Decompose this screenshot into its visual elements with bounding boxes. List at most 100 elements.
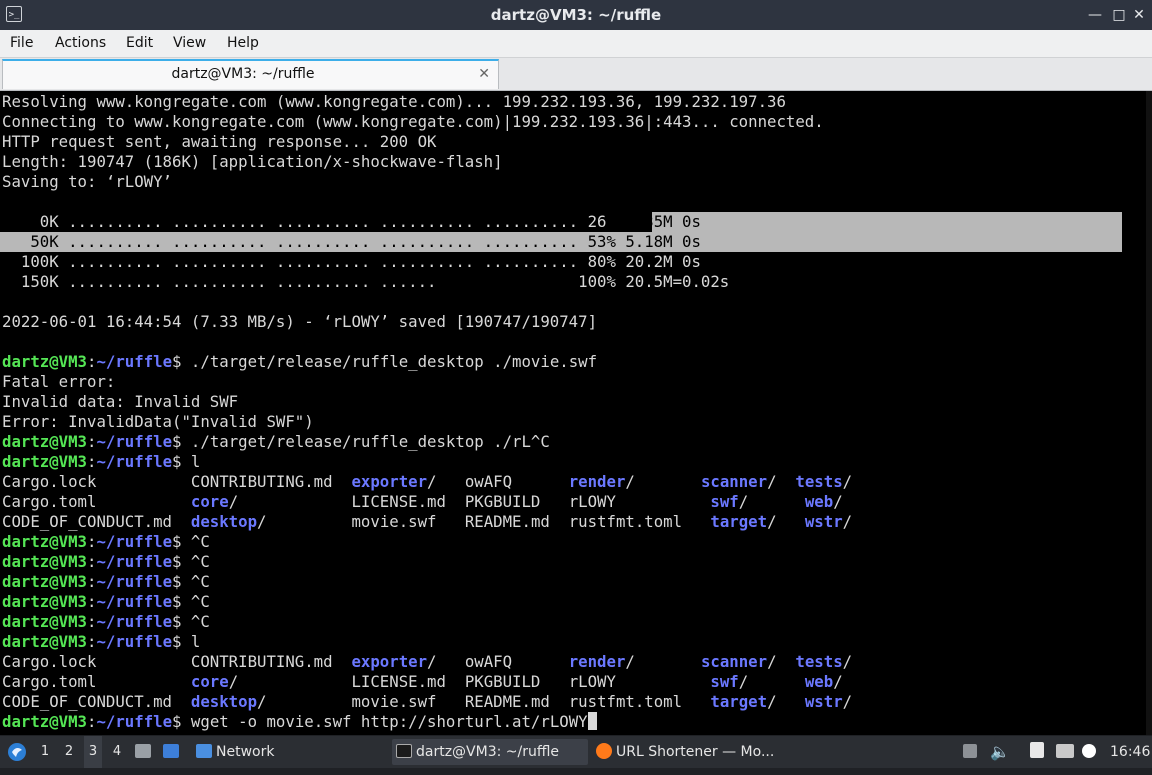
- progress-text-right: % 4.35M 0s: [606, 212, 701, 231]
- tab-close-icon[interactable]: ✕: [478, 61, 490, 88]
- command-text: ^C: [181, 612, 210, 631]
- ls-dir: swf: [710, 672, 739, 691]
- ls-entry: /: [625, 652, 701, 671]
- prompt-path: ~/ruffle: [96, 532, 173, 551]
- file-manager-launcher-icon[interactable]: [135, 736, 151, 768]
- ls-entry: /: [228, 492, 352, 511]
- prompt-user: dartz@VM3: [2, 552, 88, 571]
- ls-entry: LICENSE.md: [351, 672, 465, 691]
- tab-label: dartz@VM3: ~/ruffle: [171, 66, 315, 82]
- ls-entry: /: [842, 652, 853, 671]
- ls-dir: web: [804, 492, 834, 511]
- ls-entry: /: [842, 512, 853, 531]
- workspace-4[interactable]: 4: [108, 736, 126, 768]
- prompt-user: dartz@VM3: [2, 612, 88, 631]
- prompt-line: dartz@VM3:~/ruffle$ ./target/release/ruf…: [2, 352, 1122, 372]
- prompt-user: dartz@VM3: [2, 352, 88, 371]
- notification-icon[interactable]: [1082, 736, 1096, 768]
- firefox-icon: [596, 743, 612, 759]
- tab-terminal[interactable]: dartz@VM3: ~/ruffle ✕: [2, 59, 499, 89]
- taskbar-firefox[interactable]: URL Shortener — Mo...: [594, 739, 794, 765]
- ls-dir: render: [568, 472, 626, 491]
- ls-dir: tests: [795, 472, 843, 491]
- ls-dir: exporter: [351, 472, 428, 491]
- ls-entry: /: [833, 492, 843, 511]
- progress-line: 100K .......... .......... .......... ..…: [2, 252, 701, 271]
- prompt-user: dartz@VM3: [2, 452, 88, 471]
- ls-entry: rustfmt.toml: [568, 512, 711, 531]
- ls-entry: CODE_OF_CONDUCT.md: [2, 512, 191, 531]
- menu-view[interactable]: View: [173, 30, 206, 56]
- terminal-output: Resolving www.kongregate.com (www.kongre…: [0, 92, 1122, 732]
- ls-entry: /: [257, 692, 352, 711]
- volume-icon[interactable]: 🔈: [990, 736, 1010, 768]
- command-text: ^C: [181, 592, 210, 611]
- ls-dir: exporter: [351, 652, 428, 671]
- terminal-view[interactable]: Resolving www.kongregate.com (www.kongre…: [0, 91, 1152, 735]
- output-line: HTTP request sent, awaiting response... …: [2, 132, 437, 151]
- prompt-path: ~/ruffle: [96, 612, 173, 631]
- network-tray-icon[interactable]: [1056, 736, 1074, 768]
- prompt-path: ~/ruffle: [96, 592, 173, 611]
- scrollbar[interactable]: [1146, 91, 1152, 735]
- taskbar: 1 2 3 4 Network dartz@VM3: ~/ruffle URL …: [0, 736, 1152, 768]
- menu-file[interactable]: File: [10, 30, 33, 56]
- folder-icon: [196, 744, 212, 758]
- command-text: ^C: [181, 572, 210, 591]
- minimize-icon[interactable]: —: [1084, 0, 1106, 30]
- ls-entry: rustfmt.toml: [568, 692, 711, 711]
- desktop-icon[interactable]: [163, 736, 179, 768]
- error-line: Invalid data: Invalid SWF: [2, 392, 239, 411]
- ls-entry: movie.swf: [351, 512, 465, 531]
- ls-dir: core: [190, 672, 229, 691]
- ls-entry: /: [257, 512, 352, 531]
- ls-entry: /: [738, 492, 805, 511]
- maximize-icon[interactable]: □: [1108, 0, 1130, 30]
- ls-entry: CONTRIBUTING.md: [190, 472, 352, 491]
- ls-dir: desktop: [190, 512, 258, 531]
- ls-entry: /: [767, 692, 805, 711]
- ls-entry: CONTRIBUTING.md: [190, 652, 352, 671]
- ls-row: CODE_OF_CONDUCT.md desktop/ movie.swf RE…: [2, 692, 1122, 712]
- menu-edit[interactable]: Edit: [126, 30, 153, 56]
- ls-dir: target: [710, 512, 768, 531]
- ls-entry: README.md: [464, 692, 569, 711]
- prompt-line: dartz@VM3:~/ruffle$ ./target/release/ruf…: [2, 432, 1122, 452]
- ls-row: Cargo.lock CONTRIBUTING.md exporter/ owA…: [2, 652, 1122, 672]
- prompt-path: ~/ruffle: [96, 432, 173, 451]
- prompt-user: dartz@VM3: [2, 532, 88, 551]
- close-icon[interactable]: ✕: [1128, 0, 1150, 30]
- tray-up-arrow-icon[interactable]: [963, 736, 977, 768]
- workspace-3[interactable]: 3: [84, 736, 102, 768]
- ls-entry: LICENSE.md: [351, 492, 465, 511]
- workspace-2[interactable]: 2: [60, 736, 78, 768]
- menu-actions[interactable]: Actions: [55, 30, 106, 56]
- progress-line: 0K .......... .......... .......... ....…: [2, 212, 1122, 232]
- taskbar-firefox-label: URL Shortener — Mo...: [616, 744, 775, 760]
- start-menu-icon[interactable]: [6, 736, 28, 775]
- ls-entry: README.md: [464, 512, 569, 531]
- prompt-user: dartz@VM3: [2, 712, 88, 731]
- ls-entry: PKGBUILD: [464, 672, 569, 691]
- output-line: Length: 190747 (186K) [application/x-sho…: [2, 152, 503, 171]
- error-line: Fatal error:: [2, 372, 116, 391]
- ls-dir: render: [568, 652, 626, 671]
- prompt-path: ~/ruffle: [96, 452, 173, 471]
- ls-entry: /: [833, 672, 843, 691]
- taskbar-network-label: Network: [216, 744, 275, 760]
- clock[interactable]: 16:46: [1110, 736, 1150, 768]
- ls-entry: /: [767, 652, 796, 671]
- command-text: l: [181, 632, 201, 651]
- prompt-line: dartz@VM3:~/ruffle$ ^C: [2, 612, 1122, 632]
- menu-help[interactable]: Help: [227, 30, 259, 56]
- error-line: Error: InvalidData("Invalid SWF"): [2, 412, 314, 431]
- workspace-1[interactable]: 1: [36, 736, 54, 768]
- progress-highlight: [652, 212, 1122, 232]
- ls-row: Cargo.toml core/ LICENSE.md PKGBUILD rLO…: [2, 672, 1122, 692]
- taskbar-terminal[interactable]: dartz@VM3: ~/ruffle: [392, 739, 588, 765]
- clipboard-icon[interactable]: [1030, 736, 1044, 768]
- taskbar-network[interactable]: Network: [192, 739, 382, 765]
- output-line: 2022-06-01 16:44:54 (7.33 MB/s) - ‘rLOWY…: [2, 312, 598, 331]
